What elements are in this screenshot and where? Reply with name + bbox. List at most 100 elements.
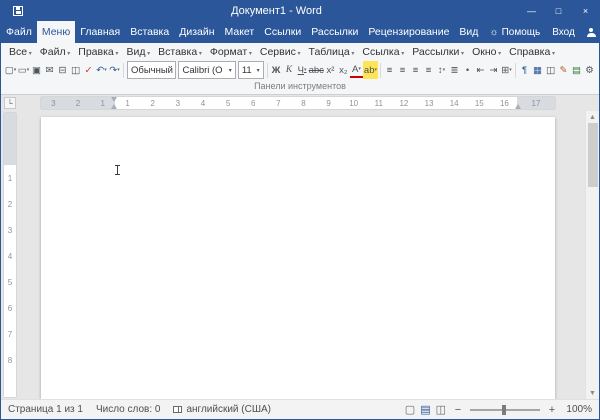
save-icon[interactable] (13, 6, 23, 16)
show-marks-button[interactable]: ¶ (518, 61, 531, 79)
menu-item[interactable]: Таблица (305, 45, 359, 59)
justify-button[interactable]: ≡ (422, 61, 435, 79)
borders-button[interactable]: ⊞ (500, 61, 513, 79)
save-icon[interactable]: ▣ (30, 61, 43, 79)
horizontal-ruler[interactable]: 321 12345678910111213141516 17 (41, 97, 555, 109)
macros-icon[interactable]: ⚙ (583, 61, 596, 79)
right-indent-marker[interactable] (515, 104, 521, 109)
vertical-ruler[interactable]: 12345678 (4, 113, 16, 397)
quick-access-toolbar[interactable] (1, 0, 35, 21)
document-map-icon[interactable]: ▤ (570, 61, 583, 79)
paragraph-tools-group: ≡≡≡≡↕≣•⇤⇥⊞ (383, 61, 513, 79)
tab-layout[interactable]: Макет (220, 21, 260, 43)
tab-design[interactable]: Дизайн (174, 21, 219, 43)
zoom-slider[interactable] (470, 409, 540, 411)
drawing-icon[interactable]: ✎ (557, 61, 570, 79)
share-button[interactable]: Общий доступ (581, 21, 599, 43)
classic-menu-bar: ВсеФайлПравкаВидВставкаФорматСервисТабли… (1, 43, 599, 59)
open-icon[interactable]: ▭ (17, 61, 30, 79)
columns-icon[interactable]: ◫ (544, 61, 557, 79)
align-left-button[interactable]: ≡ (383, 61, 396, 79)
font-dropdown[interactable]: Calibri (О (178, 61, 235, 79)
web-layout-button[interactable]: ◫ (436, 403, 446, 416)
help-button[interactable]: ☼ Помощь (483, 21, 546, 43)
font-color-button[interactable]: А (350, 63, 363, 78)
ruler-number: 12 (391, 99, 416, 108)
vertical-ruler-numbers: 12345678 (4, 165, 16, 373)
increase-indent-button[interactable]: ⇥ (487, 61, 500, 79)
superscript-button[interactable]: x² (324, 61, 337, 79)
zoom-level[interactable]: 100% (564, 404, 592, 415)
page-indicator[interactable]: Страница 1 из 1 (8, 404, 83, 415)
vertical-scrollbar[interactable]: ▲ ▼ (585, 111, 599, 399)
new-document-icon[interactable]: ▢ (4, 61, 17, 79)
highlight-button[interactable]: ab (363, 61, 378, 79)
tab-home[interactable]: Главная (75, 21, 125, 43)
tab-selector-icon[interactable]: └ (4, 97, 16, 109)
toolbar-separator (380, 63, 381, 78)
classic-toolbar: ▢▭▣✉⊟◫✓↶↷ Обычный Calibri (О 11 ЖКЧabcx²… (1, 59, 599, 81)
decrease-indent-button[interactable]: ⇤ (474, 61, 487, 79)
font-size-dropdown[interactable]: 11 (238, 61, 264, 79)
minimize-button[interactable]: — (518, 0, 545, 21)
bullet-list-button[interactable]: • (461, 61, 474, 79)
menu-item[interactable]: Файл (36, 45, 75, 59)
ruler-number: 2 (66, 99, 91, 108)
menu-item[interactable]: Вставка (154, 45, 206, 59)
statusbar-right: ▢ ▤ ◫ − + 100% (405, 403, 592, 416)
subscript-button[interactable]: x₂ (337, 61, 350, 79)
menu-item[interactable]: Ссылка (358, 45, 408, 59)
tab-view[interactable]: Вид (454, 21, 483, 43)
tab-review[interactable]: Рецензирование (363, 21, 454, 43)
sign-in-button[interactable]: Вход (546, 21, 581, 43)
maximize-button[interactable]: □ (545, 0, 572, 21)
toolbar-separator (515, 63, 516, 78)
close-button[interactable]: × (572, 0, 599, 21)
underline-button[interactable]: Ч (296, 61, 309, 79)
scroll-down-icon[interactable]: ▼ (589, 387, 596, 399)
print-preview-icon[interactable]: ◫ (69, 61, 82, 79)
tab-file[interactable]: Файл (1, 21, 37, 43)
menu-item[interactable]: Вид (122, 45, 154, 59)
undo-icon[interactable]: ↶ (95, 61, 108, 79)
tab-mailings[interactable]: Рассылки (306, 21, 363, 43)
tab-insert[interactable]: Вставка (125, 21, 174, 43)
menu-item[interactable]: Сервис (256, 45, 305, 59)
menu-item[interactable]: Все (5, 45, 36, 59)
language-indicator[interactable]: английский (США) (173, 404, 271, 415)
document-area[interactable]: 12345678 ▲ ▼ (1, 111, 599, 399)
print-icon[interactable]: ⊟ (56, 61, 69, 79)
menu-item[interactable]: Правка (74, 45, 122, 59)
redo-icon[interactable]: ↷ (108, 61, 121, 79)
menu-item[interactable]: Рассылки (408, 45, 468, 59)
zoom-in-button[interactable]: + (547, 404, 557, 416)
first-line-indent-marker[interactable] (111, 97, 117, 102)
menu-item[interactable]: Формат (206, 45, 256, 59)
line-spacing-button[interactable]: ↕ (435, 61, 448, 79)
spelling-icon[interactable]: ✓ (82, 61, 95, 79)
document-page[interactable] (41, 117, 555, 399)
style-dropdown[interactable]: Обычный (127, 61, 176, 79)
numbered-list-button[interactable]: ≣ (448, 61, 461, 79)
zoom-out-button[interactable]: − (453, 404, 463, 416)
align-right-button[interactable]: ≡ (409, 61, 422, 79)
ruler-right-margin: 17 (517, 97, 555, 109)
scroll-up-icon[interactable]: ▲ (589, 111, 596, 123)
bold-button[interactable]: Ж (270, 61, 283, 79)
print-layout-button[interactable]: ▤ (420, 403, 430, 416)
scrollbar-thumb[interactable] (588, 123, 598, 187)
left-indent-marker[interactable] (111, 104, 117, 109)
read-mode-button[interactable]: ▢ (405, 403, 415, 416)
word-count[interactable]: Число слов: 0 (96, 404, 160, 415)
email-icon[interactable]: ✉ (43, 61, 56, 79)
ruler-number: 3 (41, 99, 66, 108)
align-center-button[interactable]: ≡ (396, 61, 409, 79)
menu-item[interactable]: Окно (468, 45, 505, 59)
zoom-slider-thumb[interactable] (502, 405, 506, 415)
italic-button[interactable]: К (283, 61, 296, 79)
tab-menu[interactable]: Меню (37, 21, 75, 43)
menu-item[interactable]: Справка (505, 45, 559, 59)
insert-table-icon[interactable]: ▦ (531, 61, 544, 79)
strikethrough-button[interactable]: abc (309, 61, 324, 79)
tab-references[interactable]: Ссылки (259, 21, 306, 43)
